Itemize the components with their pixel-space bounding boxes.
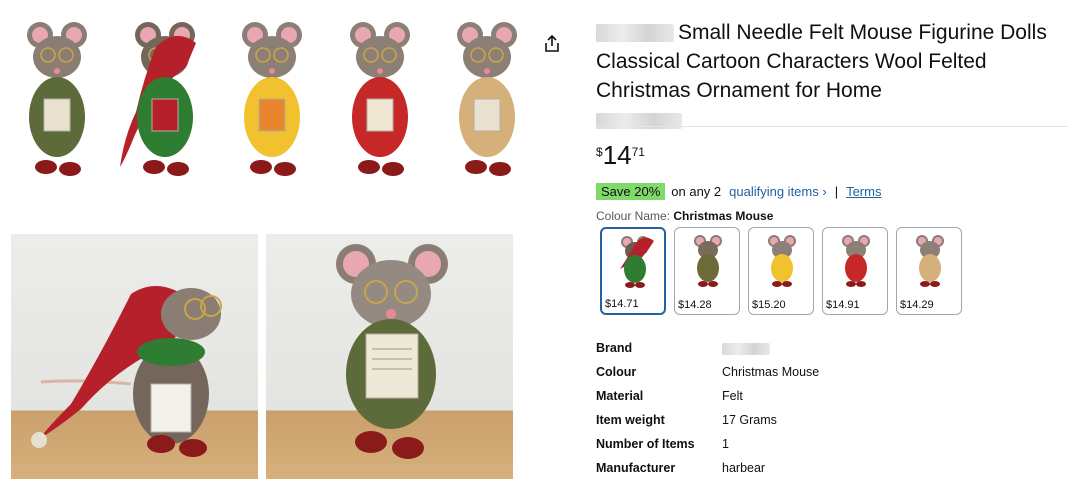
- variant-thumbnail: [768, 235, 796, 287]
- brand-value-redacted: [722, 342, 770, 355]
- spec-row: Item weight 17 Grams: [596, 408, 819, 432]
- variant-swatch[interactable]: $14.91: [822, 227, 888, 315]
- image-gallery: [0, 0, 540, 479]
- promotion-text: on any 2: [671, 184, 722, 199]
- spec-row: Number of Items 1: [596, 432, 819, 456]
- divider: [596, 126, 1068, 127]
- spec-value: Felt: [722, 389, 743, 403]
- variant-swatch[interactable]: $14.71: [600, 227, 666, 315]
- spec-value: 1: [722, 437, 729, 451]
- qualifying-items-link[interactable]: qualifying items ›: [729, 184, 827, 199]
- price: $ 14 71: [596, 141, 645, 169]
- hero-figure-mouse-book: [8, 17, 106, 192]
- product-title: Small Needle Felt Mouse Figurine Dolls C…: [596, 18, 1072, 105]
- spec-value: harbear: [722, 461, 766, 475]
- spec-key: Item weight: [596, 413, 665, 427]
- variant-price: $14.91: [826, 299, 860, 311]
- variant-price: $14.71: [605, 298, 639, 310]
- brand-redacted: [596, 24, 674, 43]
- variant-thumbnail: [916, 235, 944, 287]
- price-symbol: $: [596, 145, 603, 159]
- variant-swatches: $14.71 $14.28 $15.20 $14.91 $14.29: [600, 227, 962, 315]
- spec-key: Brand: [596, 341, 633, 355]
- spec-key: Material: [596, 389, 644, 403]
- spec-value: 17 Grams: [722, 413, 777, 427]
- hero-figure-mouse-santa-hat: [116, 17, 214, 192]
- price-fraction: 71: [631, 145, 645, 159]
- terms-link[interactable]: Terms: [846, 184, 881, 199]
- hero-figure-mouse-yellow-scarf: [223, 17, 321, 192]
- variant-selected-name: Christmas Mouse: [673, 209, 774, 223]
- variant-swatch[interactable]: $14.29: [896, 227, 962, 315]
- hero-figure-mouse-red-dress: [331, 17, 429, 192]
- promotion-separator: |: [834, 184, 839, 199]
- product-photo-santa-mouse[interactable]: [11, 234, 258, 479]
- variant-label-text: Colour Name:: [596, 209, 671, 223]
- spec-row: Colour Christmas Mouse: [596, 360, 819, 384]
- spec-row: Manufacturer harbear: [596, 456, 819, 480]
- hero-figure-mouse-overalls: [438, 17, 536, 192]
- spec-key: Colour: [596, 365, 637, 379]
- variant-price: $14.29: [900, 299, 934, 311]
- share-icon[interactable]: [542, 34, 562, 54]
- spec-row: Material Felt: [596, 384, 819, 408]
- spec-key: Number of Items: [596, 437, 695, 451]
- spec-value: Christmas Mouse: [722, 365, 820, 379]
- variant-swatch[interactable]: $15.20: [748, 227, 814, 315]
- spec-value: [722, 336, 819, 360]
- variant-thumbnail: [842, 235, 870, 287]
- variant-thumbnail: [620, 236, 654, 288]
- hero-image[interactable]: [8, 12, 536, 192]
- price-whole: 14: [602, 140, 632, 170]
- product-specs: Brand Colour Christmas Mouse Material Felt It…: [596, 336, 819, 480]
- product-photo-book-mouse[interactable]: [266, 234, 513, 479]
- product-info: Small Needle Felt Mouse Figurine Dolls C…: [596, 18, 1072, 129]
- variant-swatch[interactable]: $14.28: [674, 227, 740, 315]
- variant-price: $14.28: [678, 299, 712, 311]
- promotion: Save 20% on any 2 qualifying items › | T…: [596, 183, 881, 200]
- variant-price: $15.20: [752, 299, 786, 311]
- spec-row: Brand: [596, 336, 819, 360]
- spec-key: Manufacturer: [596, 461, 676, 475]
- variant-label: Colour Name: Christmas Mouse: [596, 209, 773, 223]
- variant-thumbnail: [694, 235, 722, 287]
- save-badge: Save 20%: [596, 183, 666, 200]
